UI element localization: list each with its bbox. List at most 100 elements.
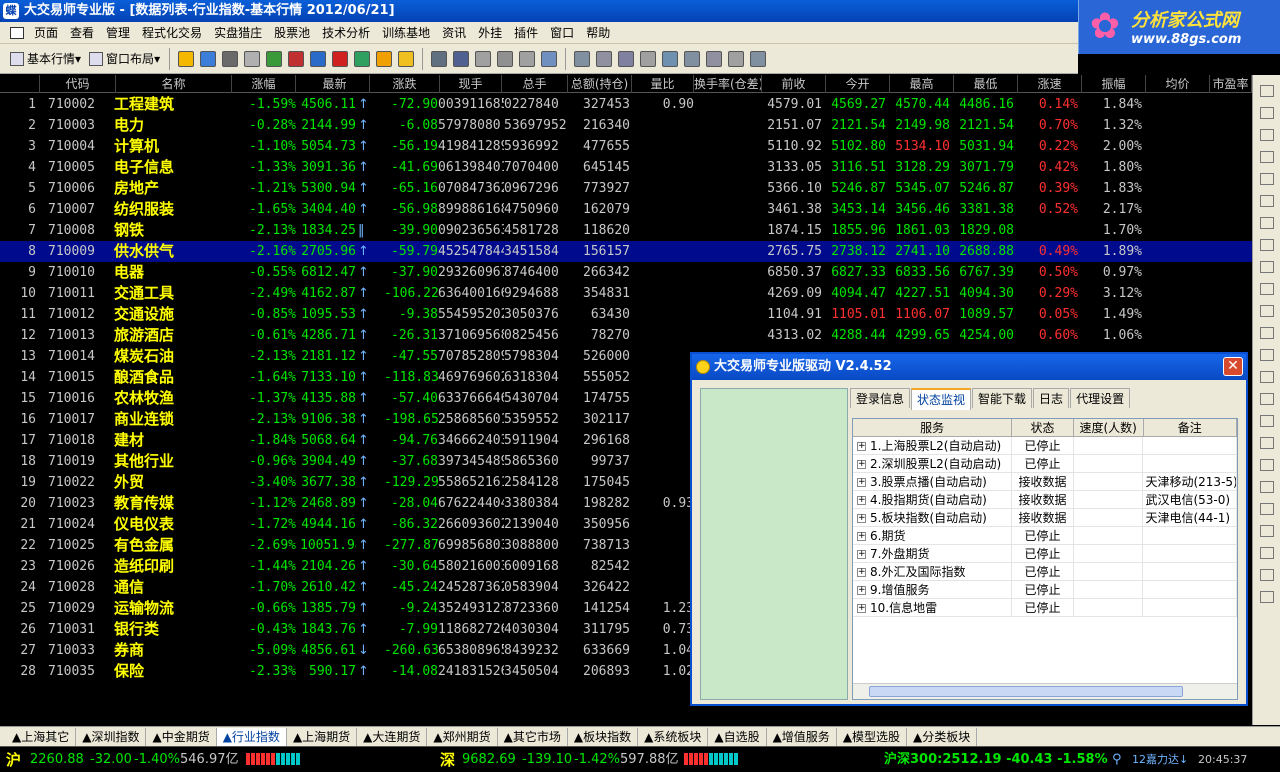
draw-tool-icon[interactable] — [1259, 173, 1274, 185]
expand-icon[interactable]: + — [857, 586, 866, 595]
column-header[interactable]: 涨幅 — [232, 75, 296, 93]
draw-tool-icon[interactable] — [1259, 305, 1274, 317]
toolbar-tool-icon[interactable] — [178, 50, 195, 67]
market-tab[interactable]: ▲上海其它 — [6, 727, 77, 746]
service-column-header[interactable]: 速度(人数) — [1074, 419, 1144, 436]
expand-icon[interactable]: + — [857, 496, 866, 505]
toolbar-tool-icon[interactable] — [431, 50, 448, 67]
draw-tool-icon[interactable] — [1259, 85, 1274, 97]
column-header[interactable]: 涨跌 — [370, 75, 440, 93]
market-tab[interactable]: ▲模型选股 — [837, 727, 908, 746]
toolbar-tool-icon[interactable] — [453, 50, 470, 67]
column-header[interactable]: 最低 — [954, 75, 1018, 93]
toolbar-tool-icon[interactable] — [244, 50, 261, 67]
toolbar-tool-icon[interactable] — [684, 50, 701, 67]
toolbar-tool-icon[interactable] — [376, 50, 393, 67]
table-row[interactable]: 7 710008 钢铁 -2.13% 1834.25 ‖ -39.90 090236563 11… — [0, 220, 1252, 241]
table-row[interactable]: 12 710013 旅游酒店 -0.61% 4286.71 ↑ -26.31 37106956… — [0, 325, 1252, 346]
expand-icon[interactable]: + — [857, 478, 866, 487]
column-header[interactable]: 换手率(仓差) — [694, 75, 762, 93]
dialog-tab[interactable]: 代理设置 — [1070, 388, 1131, 408]
column-header[interactable]: 涨速 — [1018, 75, 1082, 93]
menu-item-6[interactable]: 技术分析 — [316, 24, 376, 41]
dialog-tab[interactable]: 日志 — [1033, 388, 1070, 408]
column-header[interactable]: 最高 — [890, 75, 954, 93]
table-row[interactable]: 2 710003 电力 -0.28% 2144.99 ↑ -6.08 57978080 2163… — [0, 115, 1252, 136]
window-menu-icon[interactable] — [10, 26, 24, 39]
market-tab[interactable]: ▲中金期货 — [146, 727, 217, 746]
column-header[interactable] — [0, 75, 40, 93]
column-header[interactable]: 总手 — [502, 75, 568, 93]
menu-item-4[interactable]: 实盘猎庄 — [208, 24, 268, 41]
draw-tool-icon[interactable] — [1259, 151, 1274, 163]
horizontal-scrollbar[interactable] — [853, 683, 1237, 699]
table-row[interactable]: 10 710011 交通工具 -2.49% 4162.87 ↑ -106.22 6364001… — [0, 283, 1252, 304]
draw-tool-icon[interactable] — [1259, 415, 1274, 427]
menu-item-8[interactable]: 资讯 — [436, 24, 472, 41]
draw-tool-icon[interactable] — [1259, 239, 1274, 251]
draw-tool-icon[interactable] — [1259, 569, 1274, 581]
draw-tool-icon[interactable] — [1259, 591, 1274, 603]
column-header[interactable]: 代码 — [40, 75, 116, 93]
market-tab[interactable]: ▲大连期货 — [357, 727, 428, 746]
service-column-header[interactable]: 状态 — [1012, 419, 1074, 436]
scrollbar-thumb[interactable] — [869, 686, 1183, 697]
draw-tool-icon[interactable] — [1259, 481, 1274, 493]
window-layout-button[interactable]: 窗口布局 ▾ — [85, 48, 164, 70]
column-header[interactable]: 现手 — [440, 75, 502, 93]
menu-item-0[interactable]: 页面 — [28, 24, 64, 41]
menu-item-5[interactable]: 股票池 — [268, 24, 316, 41]
service-row[interactable]: +3.股票点播(自动启动) 接收数据 天津移动(213-5) — [853, 473, 1237, 491]
draw-tool-icon[interactable] — [1259, 327, 1274, 339]
column-header[interactable]: 最新 — [300, 75, 370, 93]
expand-icon[interactable]: + — [857, 442, 866, 451]
ticker-tip[interactable]: 12嘉力达↓ — [1132, 747, 1188, 772]
menu-item-11[interactable]: 窗口 — [544, 24, 580, 41]
toolbar-tool-icon[interactable] — [519, 50, 536, 67]
dialog-tab[interactable]: 登录信息 — [850, 388, 911, 408]
menu-item-1[interactable]: 查看 — [64, 24, 100, 41]
service-row[interactable]: +7.外盘期货 已停止 — [853, 545, 1237, 563]
toolbar-tool-icon[interactable] — [266, 50, 283, 67]
toolbar-tool-icon[interactable] — [200, 50, 217, 67]
service-row[interactable]: +6.期货 已停止 — [853, 527, 1237, 545]
toolbar-tool-icon[interactable] — [574, 50, 591, 67]
column-header[interactable]: 市盈率 — [1210, 75, 1252, 93]
toolbar-tool-icon[interactable] — [288, 50, 305, 67]
market-tab[interactable]: ▲深圳指数 — [76, 727, 147, 746]
service-column-header[interactable]: 备注 — [1144, 419, 1237, 436]
expand-icon[interactable]: + — [857, 514, 866, 523]
toolbar-tool-icon[interactable] — [222, 50, 239, 67]
toolbar-tool-icon[interactable] — [640, 50, 657, 67]
column-header[interactable]: 振幅 — [1082, 75, 1146, 93]
table-row[interactable]: 11 710012 交通设施 -0.85% 1095.53 ↑ -9.38 554595202… — [0, 304, 1252, 325]
service-row[interactable]: +1.上海股票L2(自动启动) 已停止 — [853, 437, 1237, 455]
search-icon[interactable]: ⚲ — [1112, 747, 1122, 772]
table-row[interactable]: 9 710010 电器 -0.55% 6812.47 ↑ -37.90 293260967 26… — [0, 262, 1252, 283]
market-tab[interactable]: ▲其它市场 — [498, 727, 568, 746]
dialog-tab[interactable]: 智能下载 — [972, 388, 1033, 408]
market-tab[interactable]: ▲郑州期货 — [427, 727, 498, 746]
toolbar-tool-icon[interactable] — [662, 50, 679, 67]
market-tab[interactable]: ▲分类板块 — [907, 727, 978, 746]
column-header[interactable]: 均价 — [1146, 75, 1210, 93]
toolbar-tool-icon[interactable] — [618, 50, 635, 67]
draw-tool-icon[interactable] — [1259, 459, 1274, 471]
expand-icon[interactable]: + — [857, 532, 866, 541]
service-row[interactable]: +10.信息地雷 已停止 — [853, 599, 1237, 617]
draw-tool-icon[interactable] — [1259, 371, 1274, 383]
expand-icon[interactable]: + — [857, 550, 866, 559]
service-row[interactable]: +4.股指期货(自动启动) 接收数据 武汉电信(53-0) — [853, 491, 1237, 509]
draw-tool-icon[interactable] — [1259, 349, 1274, 361]
draw-tool-icon[interactable] — [1259, 217, 1274, 229]
basic-quote-button[interactable]: 基本行情 ▾ — [6, 48, 85, 70]
column-header[interactable]: 量比 — [632, 75, 694, 93]
draw-tool-icon[interactable] — [1259, 129, 1274, 141]
draw-tool-icon[interactable] — [1259, 107, 1274, 119]
market-tab[interactable]: ▲自选股 — [708, 727, 767, 746]
column-header[interactable]: 名称 — [116, 75, 232, 93]
service-column-header[interactable]: 服务 — [853, 419, 1013, 436]
toolbar-tool-icon[interactable] — [310, 50, 327, 67]
draw-tool-icon[interactable] — [1259, 195, 1274, 207]
column-header[interactable]: 今开 — [826, 75, 890, 93]
